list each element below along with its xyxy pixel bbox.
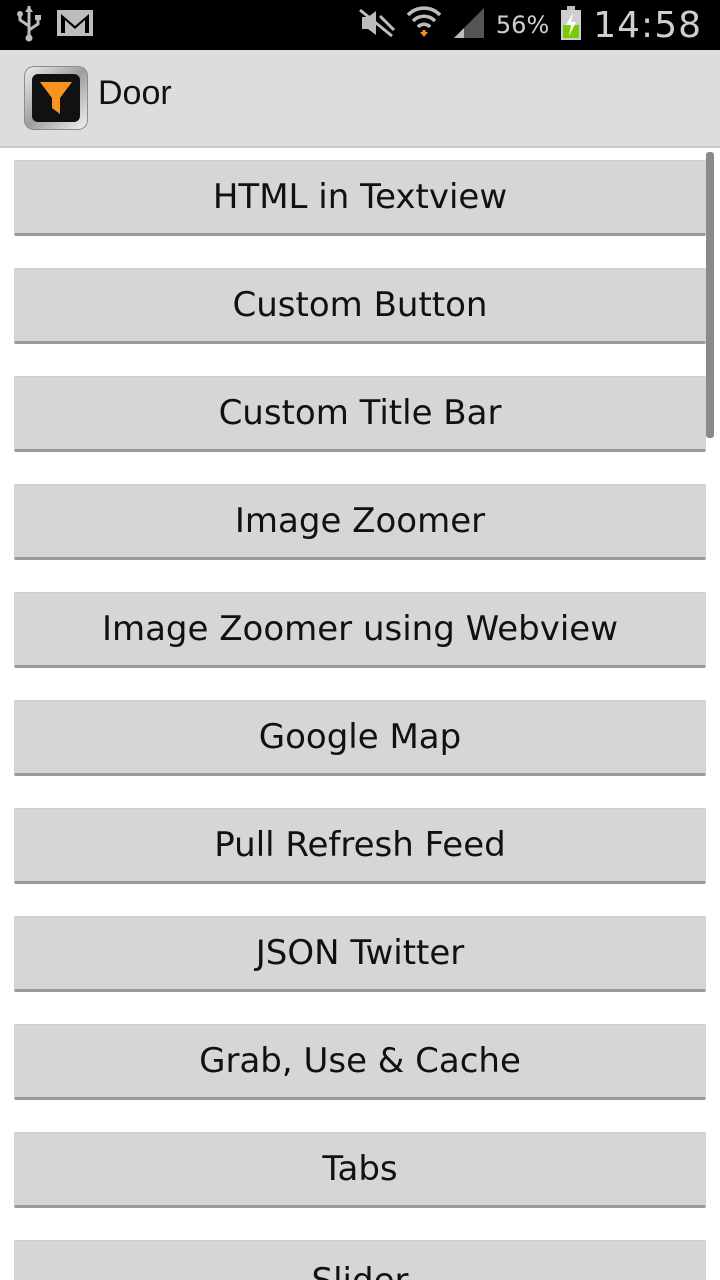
- gmail-icon: [56, 9, 94, 41]
- status-right: 56% 14:58: [358, 0, 702, 50]
- html-in-textview-button[interactable]: HTML in Textview: [14, 160, 706, 236]
- grab-use-cache-button[interactable]: Grab, Use & Cache: [14, 1024, 706, 1100]
- notification-icons: [16, 6, 94, 44]
- wifi-icon: [406, 3, 442, 47]
- app-title: Door: [98, 74, 172, 112]
- custom-title-bar-button[interactable]: Custom Title Bar: [14, 376, 706, 452]
- funnel-icon: [32, 74, 80, 122]
- signal-icon: [452, 6, 486, 44]
- app-bar: Door: [0, 50, 720, 148]
- app-icon[interactable]: [24, 66, 88, 130]
- image-zoomer-button[interactable]: Image Zoomer: [14, 484, 706, 560]
- tabs-button[interactable]: Tabs: [14, 1132, 706, 1208]
- scrollbar[interactable]: [706, 152, 714, 438]
- image-zoomer-webview-button[interactable]: Image Zoomer using Webview: [14, 592, 706, 668]
- status-time: 14:58: [593, 4, 702, 46]
- menu-list[interactable]: HTML in Textview Custom Button Custom Ti…: [0, 148, 720, 1280]
- json-twitter-button[interactable]: JSON Twitter: [14, 916, 706, 992]
- slider-button[interactable]: Slider: [14, 1240, 706, 1280]
- battery-percent: 56%: [495, 11, 550, 39]
- pull-refresh-feed-button[interactable]: Pull Refresh Feed: [14, 808, 706, 884]
- google-map-button[interactable]: Google Map: [14, 700, 706, 776]
- battery-charging-icon: [559, 5, 583, 45]
- custom-button-button[interactable]: Custom Button: [14, 268, 706, 344]
- usb-icon: [16, 4, 42, 46]
- status-bar: 56% 14:58: [0, 0, 720, 50]
- mute-icon: [358, 8, 396, 42]
